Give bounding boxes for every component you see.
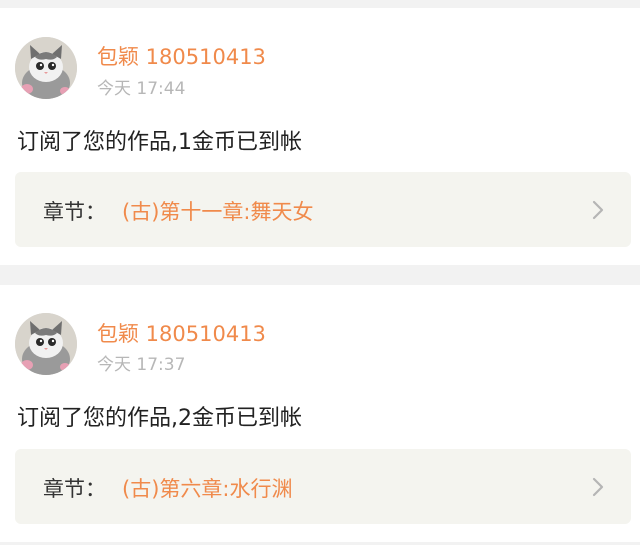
notification-feed: 包颖 180510413 今天 17:44 订阅了您的作品,1金币已到帐 章节：…	[0, 0, 640, 545]
user-name[interactable]: 包颖 180510413	[97, 318, 266, 348]
notification-card: 包颖 180510413 今天 17:37 订阅了您的作品,2金币已到帐 章节：…	[0, 285, 640, 542]
user-avatar[interactable]	[15, 313, 77, 375]
chevron-right-icon	[592, 477, 604, 497]
chevron-right-icon	[592, 200, 604, 220]
cat-avatar-icon	[15, 313, 77, 375]
cat-avatar-icon	[15, 37, 77, 99]
user-name[interactable]: 包颖 180510413	[97, 41, 266, 71]
chapter-label: 章节：	[43, 477, 106, 501]
chapter-title: (古)第六章:水行渊	[122, 477, 293, 501]
notification-message: 订阅了您的作品,1金币已到帐	[17, 130, 302, 155]
chapter-link[interactable]: 章节： (古)第十一章:舞天女	[15, 172, 631, 247]
chapter-title: (古)第十一章:舞天女	[122, 200, 314, 224]
timestamp: 今天 17:44	[97, 79, 186, 99]
notification-message: 订阅了您的作品,2金币已到帐	[17, 406, 302, 431]
chapter-link[interactable]: 章节： (古)第六章:水行渊	[15, 449, 631, 524]
notification-card: 包颖 180510413 今天 17:44 订阅了您的作品,1金币已到帐 章节：…	[0, 8, 640, 265]
user-avatar[interactable]	[15, 37, 77, 99]
timestamp: 今天 17:37	[97, 355, 186, 375]
chapter-label: 章节：	[43, 200, 106, 224]
